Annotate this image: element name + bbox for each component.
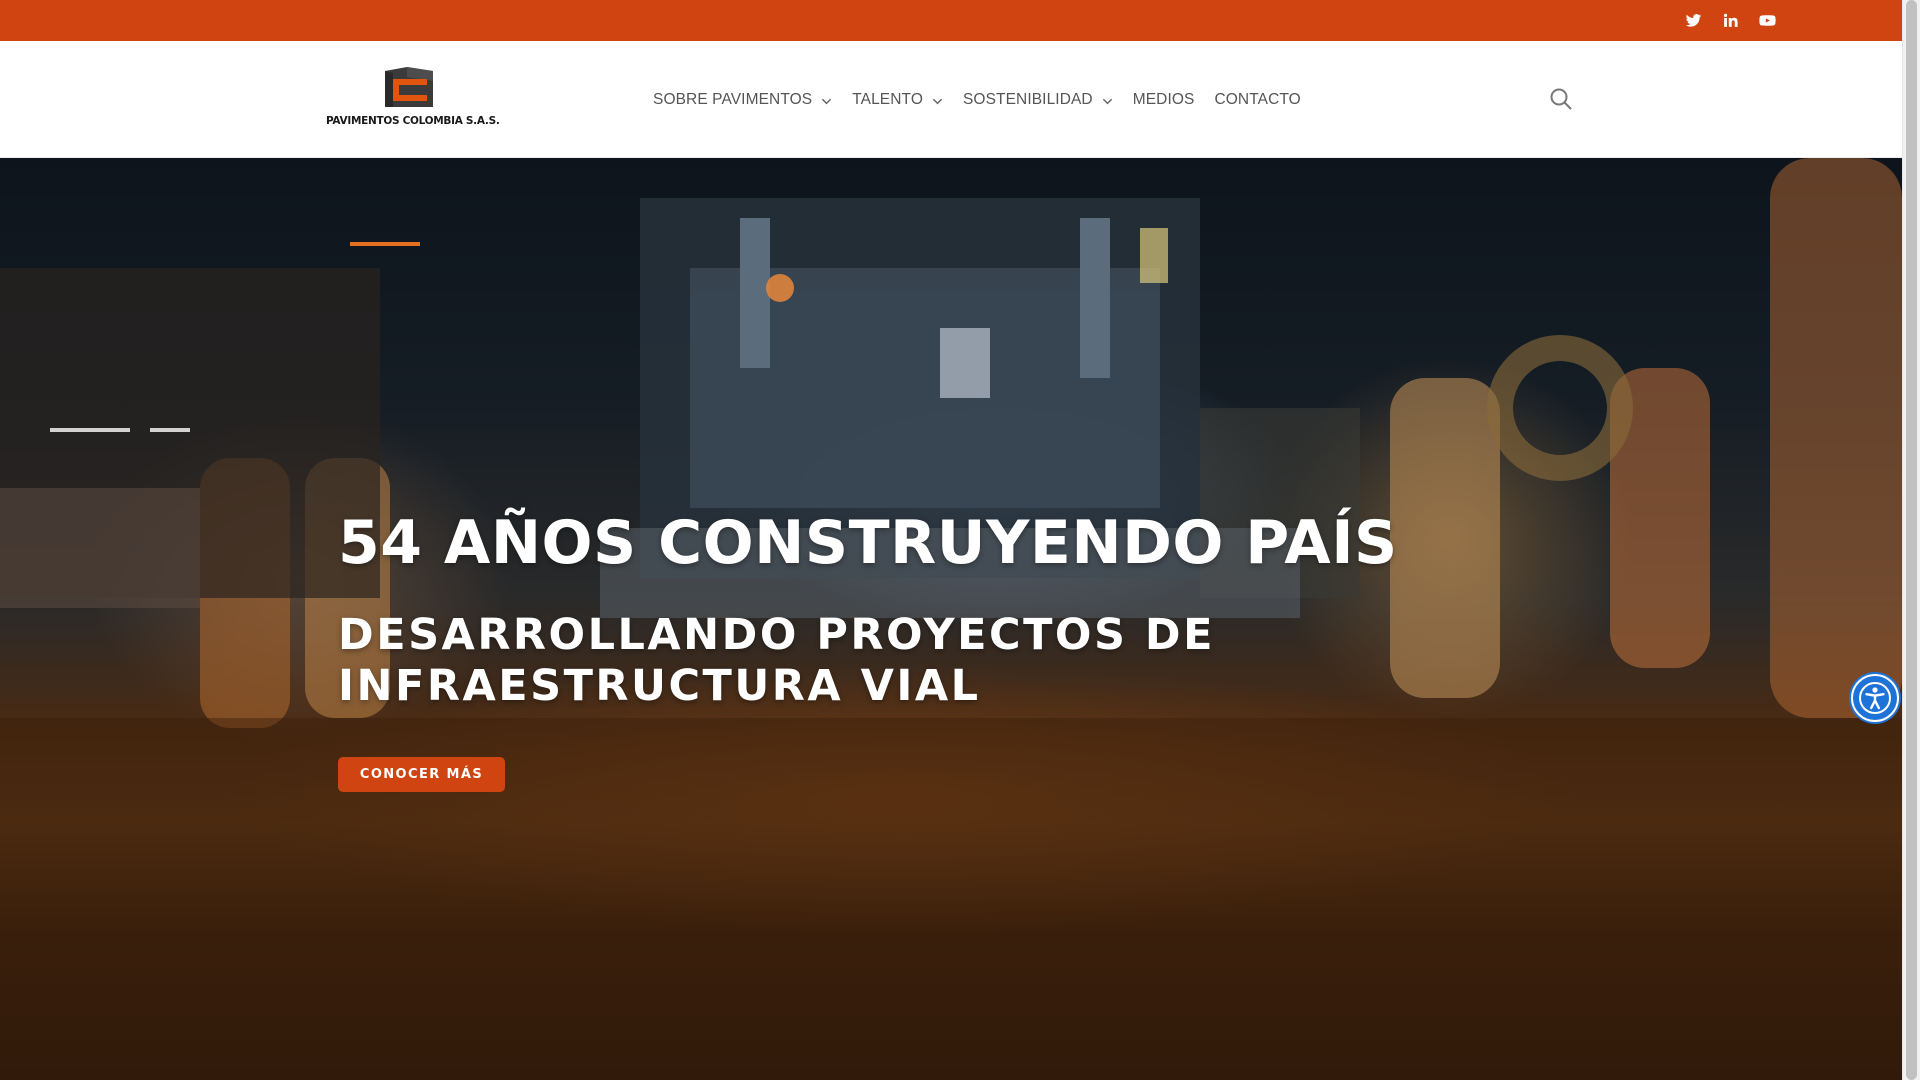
nav-item-label: CONTACTO	[1214, 90, 1301, 108]
nav-item-label: MEDIOS	[1132, 90, 1195, 108]
conocer-mas-button[interactable]: CONOCER MÁS	[338, 757, 505, 792]
logo-mark	[385, 67, 433, 107]
hero-banner: 54 AÑOS CONSTRUYENDO PAÍS DESARROLLANDO …	[0, 158, 1902, 1080]
nav-item-medios[interactable]: MEDIOS	[1123, 80, 1205, 120]
accessibility-icon[interactable]	[1851, 674, 1899, 722]
scrollbar[interactable]	[1902, 0, 1920, 1080]
nav-item-label: SOSTENIBILIDAD	[962, 90, 1093, 108]
top-social-bar	[0, 0, 1902, 41]
twitter-icon[interactable]	[1683, 11, 1703, 31]
site-logo[interactable]: PAVIMENTOS COLOMBIA S.A.S.	[326, 67, 500, 133]
nav-item-label: TALENTO	[852, 90, 923, 108]
youtube-icon[interactable]	[1757, 11, 1777, 31]
search-icon[interactable]	[1549, 87, 1575, 113]
site-header: PAVIMENTOS COLOMBIA S.A.S. SOBRE PAVIMEN…	[0, 41, 1902, 158]
social-links	[1683, 0, 1777, 41]
chevron-down-icon	[821, 94, 832, 105]
nav-item-talento[interactable]: TALENTO	[842, 80, 953, 120]
hero-subtitle: DESARROLLANDO PROYECTOS DE INFRAESTRUCTU…	[338, 610, 1215, 711]
main-nav: SOBRE PAVIMENTOS TALENTO SOSTENIBILIDAD …	[643, 41, 1311, 158]
nav-item-label: SOBRE PAVIMENTOS	[653, 90, 813, 108]
chevron-down-icon	[1102, 94, 1113, 105]
scrollbar-thumb[interactable]	[1906, 0, 1917, 1080]
chevron-down-icon	[932, 94, 943, 105]
logo-text: PAVIMENTOS COLOMBIA S.A.S.	[326, 115, 500, 127]
nav-item-contacto[interactable]: CONTACTO	[1204, 80, 1310, 120]
nav-item-sostenibilidad[interactable]: SOSTENIBILIDAD	[953, 80, 1123, 120]
page: PAVIMENTOS COLOMBIA S.A.S. SOBRE PAVIMEN…	[0, 0, 1902, 1080]
linkedin-icon[interactable]	[1720, 11, 1740, 31]
nav-item-sobre-pavimentos[interactable]: SOBRE PAVIMENTOS	[643, 80, 842, 120]
hero-title: 54 AÑOS CONSTRUYENDO PAÍS	[338, 508, 1398, 578]
